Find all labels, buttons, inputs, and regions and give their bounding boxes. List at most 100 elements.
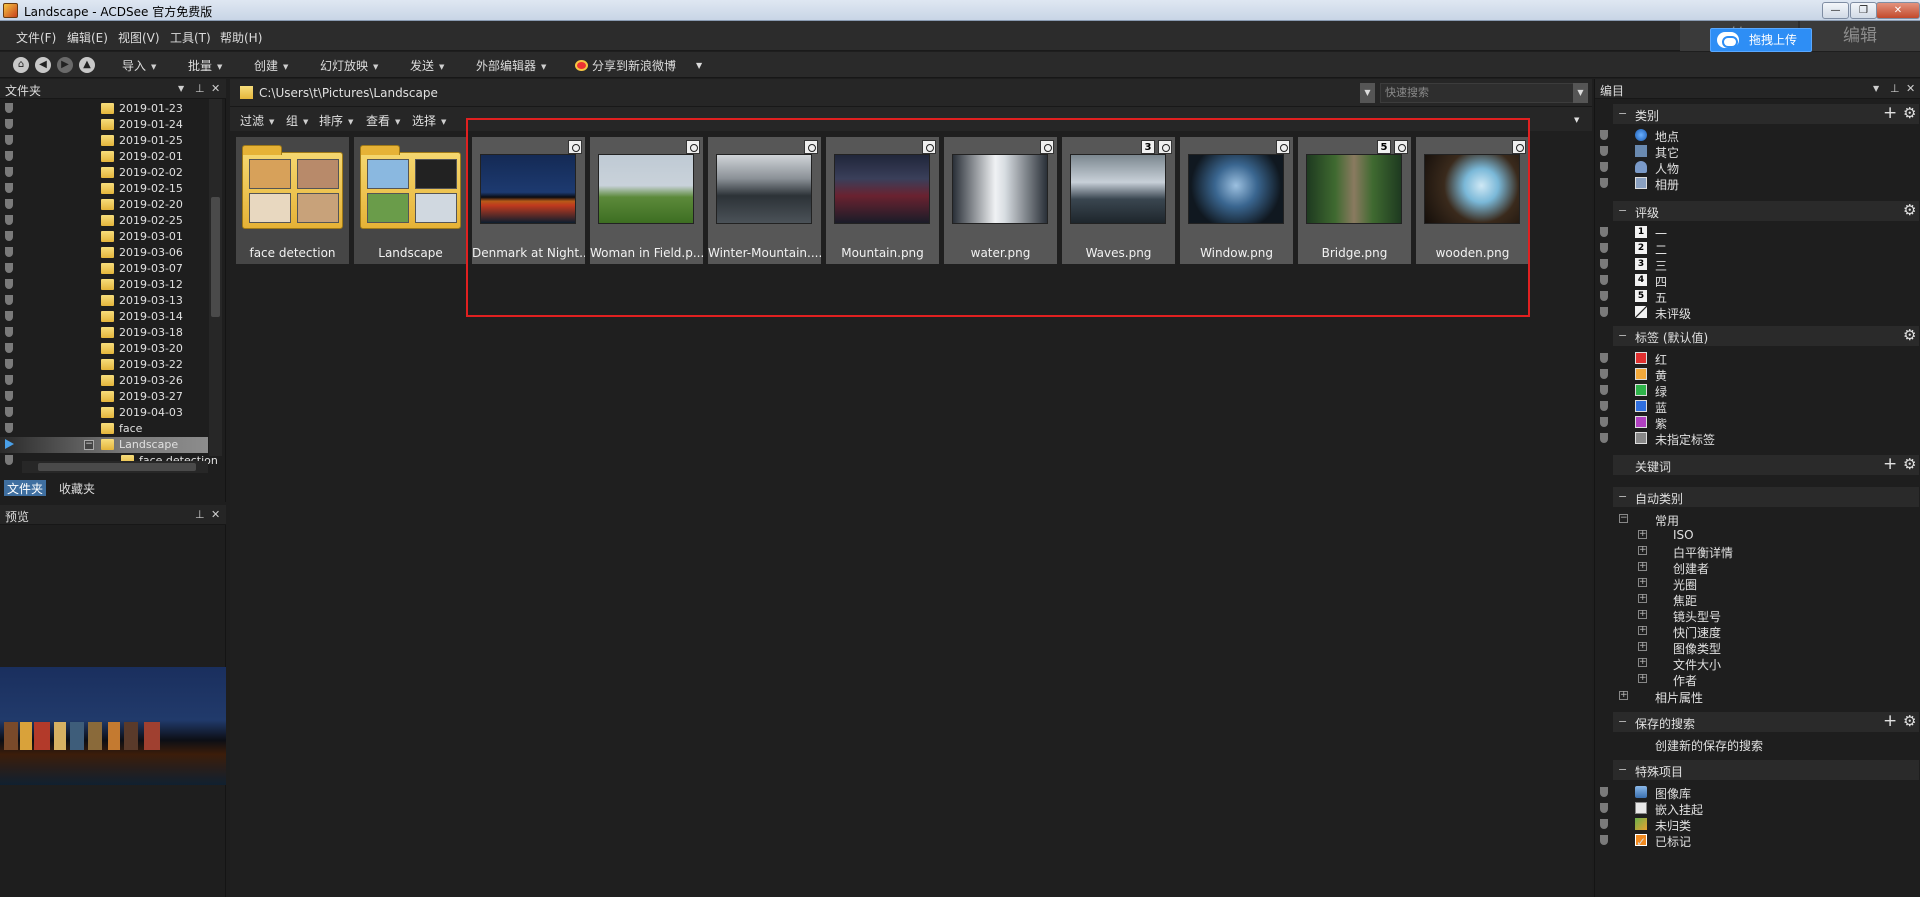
image-thumbnail[interactable]: Window.png xyxy=(1180,137,1293,264)
shield-icon[interactable] xyxy=(1600,417,1608,427)
section-header-special_items[interactable]: − 特殊项目 xyxy=(1613,760,1919,780)
shield-icon[interactable] xyxy=(1600,275,1608,285)
collapse-icon[interactable]: − xyxy=(1618,204,1627,217)
organize-item[interactable]: 未指定标签 xyxy=(1595,430,1920,447)
add-icon[interactable]: + xyxy=(1883,103,1897,123)
menu-file[interactable]: 文件(F) xyxy=(16,29,56,46)
path-dropdown-icon[interactable]: ▼ xyxy=(1360,83,1375,103)
expand-icon[interactable]: + xyxy=(1638,642,1647,651)
shield-icon[interactable] xyxy=(5,279,13,289)
organize-item[interactable]: 红 xyxy=(1595,350,1920,367)
shield-icon[interactable] xyxy=(5,119,13,129)
shield-icon[interactable] xyxy=(5,327,13,337)
collapse-icon[interactable]: − xyxy=(1618,490,1627,503)
collapse-icon[interactable]: − xyxy=(84,440,94,450)
group-menu[interactable]: 组 ▼ xyxy=(286,112,308,129)
pin-icon[interactable]: ⊥ xyxy=(1890,82,1900,95)
folder-tree-item[interactable]: 2019-01-24 xyxy=(0,117,208,133)
shield-icon[interactable] xyxy=(1600,353,1608,363)
expand-icon[interactable]: + xyxy=(1638,530,1647,539)
folder-tree-item[interactable]: 2019-03-12 xyxy=(0,277,208,293)
add-icon[interactable]: + xyxy=(1883,454,1897,474)
shield-icon[interactable] xyxy=(5,439,14,449)
gear-icon[interactable]: ⚙ xyxy=(1903,712,1916,730)
shield-icon[interactable] xyxy=(5,183,13,193)
collapse-icon[interactable]: − xyxy=(1618,107,1627,120)
upload-button[interactable]: 拖拽上传 xyxy=(1710,28,1812,52)
shield-icon[interactable] xyxy=(5,199,13,209)
batch-menu[interactable]: 批量 ▼ xyxy=(188,57,222,74)
shield-icon[interactable] xyxy=(1600,243,1608,253)
organize-item[interactable]: 黄 xyxy=(1595,366,1920,383)
shield-icon[interactable] xyxy=(5,423,13,433)
external-editor-menu[interactable]: 外部编辑器 ▼ xyxy=(476,57,546,74)
folder-tree-item[interactable]: 2019-03-27 xyxy=(0,389,208,405)
shield-icon[interactable] xyxy=(1600,835,1608,845)
folder-tree-item[interactable]: 2019-02-02 xyxy=(0,165,208,181)
folder-tree-item[interactable]: 2019-03-26 xyxy=(0,373,208,389)
panel-menu-icon[interactable]: ▼ xyxy=(178,84,184,93)
organize-item[interactable]: 地点 xyxy=(1595,127,1920,144)
expand-icon[interactable]: + xyxy=(1638,674,1647,683)
shield-icon[interactable] xyxy=(1600,307,1608,317)
image-thumbnail[interactable]: Winter-Mountain.... xyxy=(708,137,821,264)
shield-icon[interactable] xyxy=(1600,178,1608,188)
shield-icon[interactable] xyxy=(5,231,13,241)
shield-icon[interactable] xyxy=(1600,385,1608,395)
auto-category-item[interactable]: + 图像类型 xyxy=(1595,639,1920,656)
toolbar-overflow-icon[interactable]: ▼ xyxy=(696,61,702,70)
auto-category-item[interactable]: + 作者 xyxy=(1595,671,1920,688)
shield-icon[interactable] xyxy=(5,407,13,417)
gear-icon[interactable]: ⚙ xyxy=(1903,455,1916,473)
organize-item[interactable]: 未归类 xyxy=(1595,816,1920,833)
shield-icon[interactable] xyxy=(1600,291,1608,301)
menu-tools[interactable]: 工具(T) xyxy=(170,29,211,46)
expand-icon[interactable]: + xyxy=(1638,626,1647,635)
image-thumbnail[interactable]: water.png xyxy=(944,137,1057,264)
image-thumbnail[interactable]: Woman in Field.p... xyxy=(590,137,703,264)
gear-icon[interactable]: ⚙ xyxy=(1903,201,1916,219)
shield-icon[interactable] xyxy=(1600,819,1608,829)
shield-icon[interactable] xyxy=(5,375,13,385)
filterbar-overflow-icon[interactable]: ▼ xyxy=(1574,116,1579,124)
section-header-ratings[interactable]: − 评级 ⚙ xyxy=(1613,201,1919,221)
folder-tree-item[interactable]: 2019-03-22 xyxy=(0,357,208,373)
shield-icon[interactable] xyxy=(5,103,13,113)
filter-menu[interactable]: 过滤 ▼ xyxy=(240,112,274,129)
shield-icon[interactable] xyxy=(5,247,13,257)
expand-icon[interactable]: + xyxy=(1638,578,1647,587)
collapse-icon[interactable]: − xyxy=(1618,715,1627,728)
shield-icon[interactable] xyxy=(5,167,13,177)
organize-item[interactable]: 其它 xyxy=(1595,143,1920,160)
menu-view[interactable]: 视图(V) xyxy=(118,29,160,46)
collapse-icon[interactable]: − xyxy=(1618,329,1627,342)
image-thumbnail[interactable]: Denmark at Night... xyxy=(472,137,585,264)
organize-item[interactable]: 人物 xyxy=(1595,159,1920,176)
expand-icon[interactable]: + xyxy=(1638,546,1647,555)
expand-icon[interactable]: + xyxy=(1638,594,1647,603)
auto-category-common[interactable]: − 常用 xyxy=(1595,511,1920,528)
panel-menu-icon[interactable]: ▼ xyxy=(1873,84,1879,93)
shield-icon[interactable] xyxy=(5,391,13,401)
organize-item[interactable]: 1一 xyxy=(1595,224,1920,241)
auto-category-item[interactable]: + 光圈 xyxy=(1595,575,1920,592)
folder-tree-item[interactable]: 2019-02-20 xyxy=(0,197,208,213)
home-icon[interactable]: ⌂ xyxy=(13,57,29,73)
search-dropdown-icon[interactable]: ▼ xyxy=(1573,83,1588,103)
folder-tree-item[interactable]: 2019-01-23 xyxy=(0,101,208,117)
organize-item[interactable]: 嵌入挂起 xyxy=(1595,800,1920,817)
section-header-labels[interactable]: − 标签 (默认值) ⚙ xyxy=(1613,326,1919,346)
section-header-auto_categories[interactable]: − 自动类别 xyxy=(1613,487,1919,507)
shield-icon[interactable] xyxy=(5,359,13,369)
create-menu[interactable]: 创建 ▼ xyxy=(254,57,288,74)
panel-close-icon[interactable]: ✕ xyxy=(211,508,220,521)
folder-tree-item[interactable]: 2019-01-25 xyxy=(0,133,208,149)
tab-favorites[interactable]: 收藏夹 xyxy=(56,480,98,496)
quick-search-input[interactable]: 快速搜索 xyxy=(1380,83,1574,103)
shield-icon[interactable] xyxy=(1600,803,1608,813)
shield-icon[interactable] xyxy=(5,135,13,145)
shield-icon[interactable] xyxy=(5,295,13,305)
shield-icon[interactable] xyxy=(5,215,13,225)
folder-tree-item[interactable]: 2019-03-06 xyxy=(0,245,208,261)
up-icon[interactable]: ▲ xyxy=(79,57,95,73)
